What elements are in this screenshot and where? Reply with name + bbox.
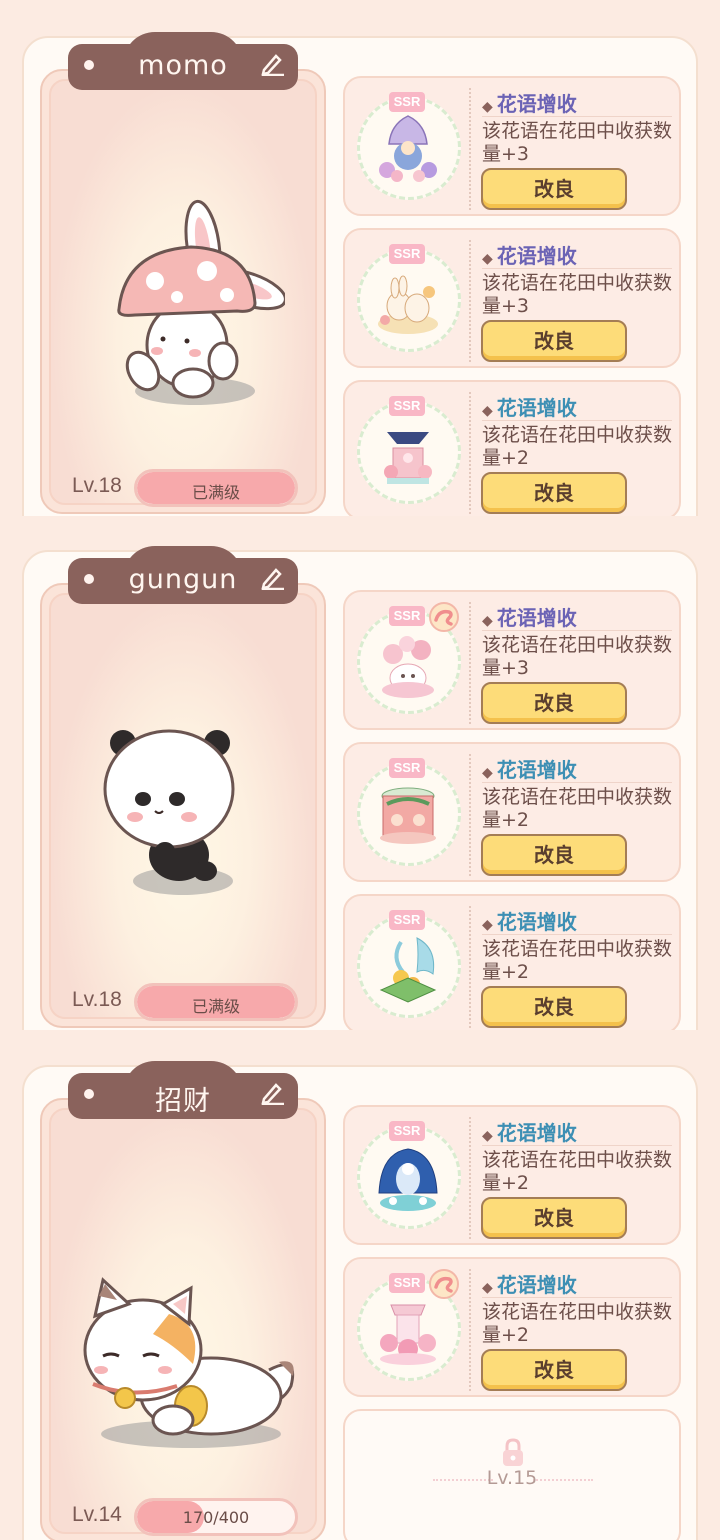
slot-title: ◆ 花语增收	[482, 92, 577, 116]
edit-pencil-icon[interactable]	[260, 1081, 286, 1105]
flower-artwork-image	[378, 1148, 438, 1211]
improve-button[interactable]: 改良	[481, 682, 627, 724]
name-dot-icon	[84, 574, 94, 584]
pet-section-gungun: gungun Lv.18 已满级 SSR ◆ 花语增收 该花语在花田中收获数量+3…	[0, 540, 720, 1030]
pet-portrait-background	[49, 593, 317, 1019]
slot-description: 该花语在花田中收获数量+3	[482, 120, 673, 165]
ssr-badge: SSR	[389, 244, 425, 264]
flower-artwork-image	[382, 636, 434, 698]
flower-slot-card: SSR ◆ 花语增收 该花语在花田中收获数量+2 改良	[343, 894, 681, 1030]
slot-description: 该花语在花田中收获数量+2	[482, 1301, 673, 1346]
flower-slot-card: SSR ◆ 花语增收 该花语在花田中收获数量+3 改良	[343, 76, 681, 216]
ssr-badge: SSR	[389, 1121, 425, 1141]
slot-description: 该花语在花田中收获数量+2	[482, 1149, 673, 1194]
flower-slot-card: SSR ◆ 花语增收 该花语在花田中收获数量+3 改良	[343, 228, 681, 368]
pet-name-tab: 招财	[68, 1061, 298, 1119]
name-dot-icon	[84, 1089, 94, 1099]
flower-slot-card: SSR ◆ 花语增收 该花语在花田中收获数量+2 改良	[343, 742, 681, 882]
flower-artwork-image	[380, 787, 436, 844]
slot-title: ◆ 花语增收	[482, 910, 577, 934]
improve-button[interactable]: 改良	[481, 986, 627, 1028]
level-progress-text: 已满级	[191, 483, 240, 502]
diamond-icon: ◆	[482, 403, 493, 419]
pet-portrait-frame[interactable]	[40, 583, 326, 1028]
flower-artwork-image	[380, 1304, 436, 1365]
ssr-badge: SSR	[389, 606, 425, 626]
slot-description: 该花语在花田中收获数量+2	[482, 424, 673, 469]
flower-slot-card: SSR ◆ 花语增收 该花语在花田中收获数量+2 改良	[343, 1257, 681, 1397]
pet-panda-image	[103, 729, 235, 895]
flower-artwork-image	[378, 275, 438, 334]
flower-slot-card: SSR ◆ 花语增收 该花语在花田中收获数量+3 改良	[343, 590, 681, 730]
improve-button[interactable]: 改良	[481, 1349, 627, 1391]
diamond-icon: ◆	[482, 765, 493, 781]
pet-name: gungun	[128, 564, 238, 595]
diamond-icon: ◆	[482, 251, 493, 267]
locked-slot-card: Lv.15	[343, 1409, 681, 1540]
slot-title: ◆ 花语增收	[482, 396, 577, 420]
pet-portrait-frame[interactable]	[40, 1098, 326, 1540]
level-progress-text: 已满级	[191, 997, 240, 1016]
level-progress-bar: 170/400	[134, 1498, 298, 1536]
diamond-icon: ◆	[482, 917, 493, 933]
diamond-icon: ◆	[482, 613, 493, 629]
pet-level-row: Lv.18 已满级	[66, 983, 302, 1023]
pet-lucky-cat-image	[83, 1277, 295, 1448]
improve-button[interactable]: 改良	[481, 834, 627, 876]
flower-artwork-image	[379, 937, 437, 1003]
upgrade-swirl-icon	[429, 1269, 459, 1299]
pet-level-row: Lv.18 已满级	[66, 469, 302, 509]
level-progress-bar: 已满级	[134, 983, 298, 1021]
improve-button[interactable]: 改良	[481, 320, 627, 362]
edit-pencil-icon[interactable]	[260, 566, 286, 590]
pet-level-label: Lv.18	[72, 474, 122, 497]
slot-title: ◆ 花语增收	[482, 606, 577, 630]
pet-level-label: Lv.14	[72, 1503, 122, 1526]
ssr-badge: SSR	[389, 92, 425, 112]
level-progress-bar: 已满级	[134, 469, 298, 507]
slot-title: ◆ 花语增收	[482, 758, 577, 782]
pet-section-momo: momo Lv.18 已满级 SSR ◆ 花语增收 该花语在花田中收获数量+3 改…	[0, 26, 720, 516]
improve-button[interactable]: 改良	[481, 168, 627, 210]
improve-button[interactable]: 改良	[481, 1197, 627, 1239]
unlock-level-label: Lv.15	[486, 1467, 538, 1489]
slot-description: 该花语在花田中收获数量+2	[482, 786, 673, 831]
pet-name: 招财	[155, 1086, 211, 1117]
flower-artwork-image	[384, 432, 432, 484]
flower-artwork-image	[379, 115, 437, 182]
pet-section-zhaocai: 招财 Lv.14 170/400 SSR ◆ 花语增收 该花语在花田中收获数量+2…	[0, 1055, 720, 1540]
pet-mushroom-bunny-image	[117, 199, 285, 405]
improve-button[interactable]: 改良	[481, 472, 627, 514]
pet-name-tab: momo	[68, 32, 298, 90]
slot-title: ◆ 花语增收	[482, 244, 577, 268]
slot-title: ◆ 花语增收	[482, 1121, 577, 1145]
pet-level-label: Lv.18	[72, 988, 122, 1011]
edit-pencil-icon[interactable]	[260, 52, 286, 76]
flower-slot-card: SSR ◆ 花语增收 该花语在花田中收获数量+2 改良	[343, 380, 681, 516]
slot-description: 该花语在花田中收获数量+2	[482, 938, 673, 983]
ssr-badge: SSR	[389, 758, 425, 778]
upgrade-swirl-icon	[429, 602, 459, 632]
slot-description: 该花语在花田中收获数量+3	[482, 272, 673, 317]
pet-portrait-frame[interactable]	[40, 69, 326, 514]
ssr-badge: SSR	[389, 910, 425, 930]
pet-name-tab: gungun	[68, 546, 298, 604]
slot-title: ◆ 花语增收	[482, 1273, 577, 1297]
level-progress-text: 170/400	[182, 1508, 250, 1527]
ssr-badge: SSR	[389, 396, 425, 416]
diamond-icon: ◆	[482, 1128, 493, 1144]
diamond-icon: ◆	[482, 99, 493, 115]
pet-portrait-background	[49, 1108, 317, 1534]
ssr-badge: SSR	[389, 1273, 425, 1293]
lock-icon	[503, 1438, 523, 1466]
pet-portrait-background	[49, 79, 317, 505]
name-dot-icon	[84, 60, 94, 70]
slot-description: 该花语在花田中收获数量+3	[482, 634, 673, 679]
pet-level-row: Lv.14 170/400	[66, 1498, 302, 1538]
flower-slot-card: SSR ◆ 花语增收 该花语在花田中收获数量+2 改良	[343, 1105, 681, 1245]
diamond-icon: ◆	[482, 1280, 493, 1296]
pet-name: momo	[138, 50, 228, 81]
